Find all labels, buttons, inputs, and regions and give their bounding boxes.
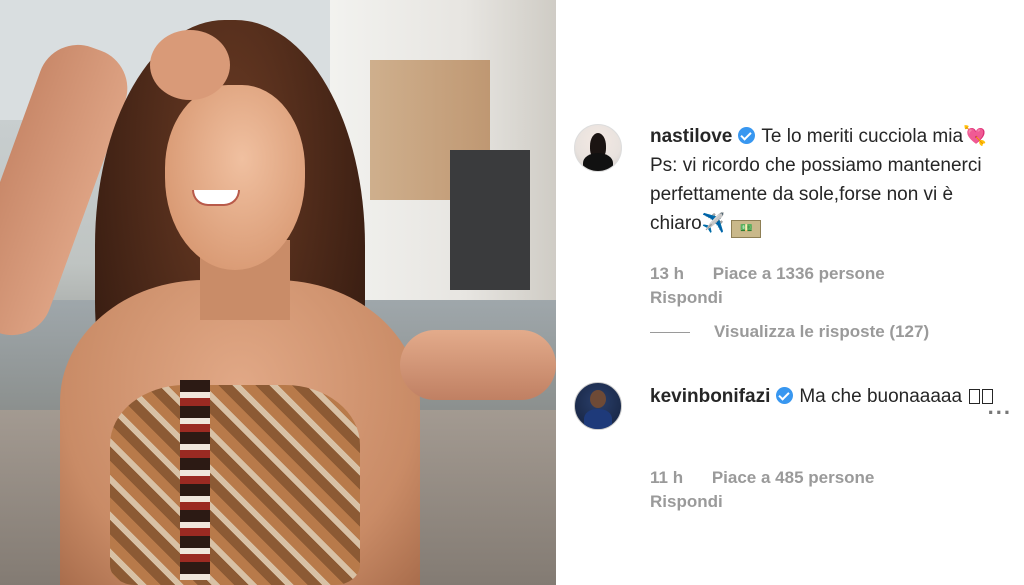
missing-glyph-icon [969,389,981,404]
heart-emoji-icon: 💘 [963,126,987,147]
comment-text: nastilove Te lo meriti cucciola mia💘 Ps: … [650,122,1006,238]
more-options-icon[interactable]: ... [988,394,1012,420]
comment-username[interactable]: nastilove [650,126,732,147]
photo-face [165,85,305,270]
comment-item: kevinbonifazi Ma che buonaaaaa ... 11 h P… [556,360,1024,585]
photo-hand [150,30,230,100]
comment-likes[interactable]: Piace a 1336 persone [713,264,885,283]
avatar[interactable] [574,382,622,430]
comment-item: nastilove Te lo meriti cucciola mia💘 Ps: … [556,0,1024,360]
money-emoji-icon: 💵 [731,220,762,238]
reply-button[interactable]: Rispondi [650,288,723,308]
airplane-emoji-icon: ✈️ [701,213,726,234]
comment-username[interactable]: kevinbonifazi [650,386,770,407]
comment-likes[interactable]: Piace a 485 persone [712,468,875,487]
view-replies-button[interactable]: Visualizza le risposte (127) [650,322,929,342]
reply-button[interactable]: Rispondi [650,492,723,512]
verified-badge-icon [738,127,756,144]
comment-time: 11 h [650,468,684,487]
comment-text: kevinbonifazi Ma che buonaaaaa [650,382,1006,411]
divider-line [650,331,690,333]
comment-time: 13 h [650,264,685,283]
photo-top-trim [180,380,210,580]
avatar[interactable] [574,124,622,172]
comment-text-body: Ma che buonaaaaa [799,386,963,407]
view-replies-label: Visualizza le risposte (127) [714,322,930,341]
comment-meta: 11 h Piace a 485 persone [650,468,874,488]
verified-badge-icon [776,387,794,404]
photo-top [110,385,360,585]
comment-text-part2: Ps: vi ricordo che possiamo mantenerci p… [650,155,982,234]
post-photo[interactable] [0,0,556,585]
photo-arm-right [400,330,556,400]
instagram-post: nastilove Te lo meriti cucciola mia💘 Ps: … [0,0,1024,585]
comment-meta: 13 h Piace a 1336 persone [650,264,885,284]
comments-panel: nastilove Te lo meriti cucciola mia💘 Ps: … [556,0,1024,585]
comment-text-part1: Te lo meriti cucciola mia [761,126,964,147]
